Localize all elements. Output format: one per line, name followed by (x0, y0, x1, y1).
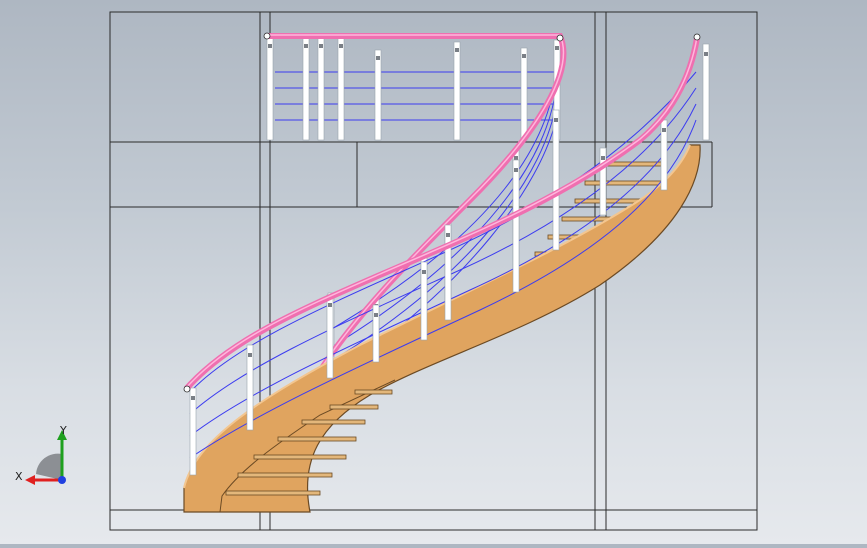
front-baluster-clamp-9 (601, 156, 605, 160)
back-baluster-7 (520, 47, 528, 141)
front-baluster-clamp-8 (554, 118, 558, 122)
lower-tread-4 (277, 436, 357, 442)
front-baluster-clamp-11 (704, 52, 708, 56)
upper-tread-2 (584, 180, 666, 186)
lower-tread-1 (225, 490, 321, 496)
lower-tread-7 (354, 389, 393, 395)
back-baluster-clamp-1 (268, 44, 272, 48)
back-baluster-3 (317, 37, 325, 141)
front-baluster-6 (444, 224, 452, 321)
back-baluster-clamp-9 (514, 156, 518, 160)
back-baluster-clamp-8 (555, 46, 559, 50)
lower-tread-5 (301, 419, 366, 425)
axis-y-label: Y (60, 424, 67, 437)
back-baluster-clamp-3 (319, 44, 323, 48)
back-baluster-clamp-5 (376, 56, 380, 60)
front-handrail-top-cap (693, 33, 701, 41)
front-baluster-7 (512, 159, 520, 293)
back-baluster-clamp-4 (339, 44, 343, 48)
model-viewport[interactable]: Y X (0, 0, 867, 544)
axis-x-label: X (15, 470, 23, 483)
back-baluster-5 (374, 49, 382, 141)
back-baluster-clamp-2 (304, 44, 308, 48)
front-baluster-1 (189, 387, 197, 476)
front-baluster-clamp-5 (422, 270, 426, 274)
front-baluster-clamp-4 (374, 313, 378, 317)
axis-z-dot-icon (58, 476, 66, 484)
front-baluster-clamp-2 (248, 353, 252, 357)
axis-triad (25, 430, 67, 485)
front-baluster-clamp-10 (662, 128, 666, 132)
lower-tread-3 (253, 454, 347, 460)
lower-tread-2 (237, 472, 333, 478)
lower-tread-6 (329, 404, 379, 410)
staircase-scene[interactable] (0, 0, 867, 544)
back-baluster-4 (337, 37, 345, 141)
back-baluster-6 (453, 41, 461, 141)
front-baluster-2 (246, 344, 254, 431)
front-baluster-3 (326, 294, 334, 379)
front-baluster-8 (552, 109, 560, 251)
back-baluster-1 (266, 37, 274, 141)
triad-gray-sector (36, 453, 62, 480)
back-handrail-corner-joint (556, 34, 564, 42)
front-baluster-clamp-7 (514, 168, 518, 172)
front-handrail-end-cap (183, 385, 191, 393)
back-baluster-clamp-6 (455, 48, 459, 52)
front-baluster-clamp-3 (328, 303, 332, 307)
front-baluster-clamp-1 (191, 396, 195, 400)
back-baluster-clamp-7 (522, 54, 526, 58)
back-baluster-2 (302, 37, 310, 141)
back-handrail-end-cap (263, 32, 271, 40)
front-baluster-11 (702, 43, 710, 141)
front-baluster-clamp-6 (446, 233, 450, 237)
